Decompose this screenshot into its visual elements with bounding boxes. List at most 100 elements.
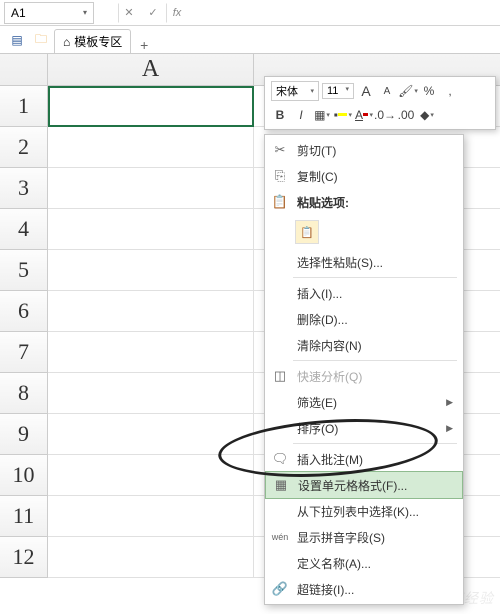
font-size-label: 11: [327, 85, 338, 97]
menu-cut-label: 剪切(T): [297, 142, 453, 159]
menu-paste-special-label: 选择性粘贴(S)...: [297, 254, 453, 271]
folder-icon[interactable]: 🗀: [30, 29, 52, 51]
menu-quick-analysis-label: 快速分析(Q): [297, 368, 453, 385]
row-header[interactable]: 1: [0, 86, 48, 127]
font-size-select[interactable]: 11▾: [322, 83, 354, 99]
menu-paste-special[interactable]: 选择性粘贴(S)...: [265, 249, 463, 275]
menu-comment-label: 插入批注(M): [297, 451, 453, 468]
cell[interactable]: [48, 414, 254, 455]
scissors-icon: ✂: [271, 141, 289, 159]
border-button[interactable]: ▦▾: [313, 106, 331, 124]
decrease-decimal-button[interactable]: .0→: [376, 106, 394, 124]
quick-analysis-icon: ◫: [271, 367, 289, 385]
menu-clear-contents[interactable]: 清除内容(N): [265, 332, 463, 358]
confirm-formula-button[interactable]: ✓: [142, 3, 164, 23]
menu-format-cells-label: 设置单元格格式(F)...: [298, 477, 452, 494]
menu-paste-options-header: 📋 粘贴选项:: [265, 189, 463, 215]
menu-filter-label: 筛选(E): [297, 394, 438, 411]
menu-cut[interactable]: ✂ 剪切(T): [265, 137, 463, 163]
menu-format-cells[interactable]: ▦ 设置单元格格式(F)...: [265, 471, 463, 499]
cell[interactable]: [48, 373, 254, 414]
row-header[interactable]: 6: [0, 291, 48, 332]
percent-button[interactable]: %: [420, 82, 438, 100]
font-name-select[interactable]: 宋体▾: [271, 81, 319, 101]
cell[interactable]: [48, 496, 254, 537]
comma-style-button[interactable]: ,: [441, 82, 459, 100]
cell[interactable]: [48, 168, 254, 209]
fill-color-button[interactable]: 🞍▾: [334, 106, 352, 124]
row-header[interactable]: 3: [0, 168, 48, 209]
menu-copy-label: 复制(C): [297, 168, 453, 185]
formula-bar-row: A1 ▾ ✕ ✓ fx: [0, 0, 500, 26]
menu-hyperlink-label: 超链接(I)...: [297, 581, 453, 598]
format-painter-icon[interactable]: 🖌▾: [399, 82, 417, 100]
more-formats-button[interactable]: ◆▾: [418, 106, 436, 124]
menu-quick-analysis: ◫ 快速分析(Q): [265, 363, 463, 389]
home-icon: ⌂: [63, 35, 70, 49]
cell-A1[interactable]: [48, 86, 254, 127]
mini-toolbar: 宋体▾ 11▾ A A 🖌▾ % , B I ▦▾ 🞍▾ A▾ .0→ .00 …: [264, 76, 496, 130]
separator: [293, 277, 457, 278]
cell[interactable]: [48, 537, 254, 578]
row-header[interactable]: 2: [0, 127, 48, 168]
name-box[interactable]: A1 ▾: [4, 2, 94, 24]
menu-delete-label: 删除(D)...: [297, 311, 453, 328]
menu-insert-label: 插入(I)...: [297, 285, 453, 302]
italic-button[interactable]: I: [292, 106, 310, 124]
cell[interactable]: [48, 455, 254, 496]
submenu-arrow-icon: ▶: [446, 397, 453, 408]
document-icon[interactable]: ▤: [6, 29, 28, 51]
bold-button[interactable]: B: [271, 106, 289, 124]
menu-clear-label: 清除内容(N): [297, 337, 453, 354]
menu-filter[interactable]: 筛选(E) ▶: [265, 389, 463, 415]
select-all-corner[interactable]: [0, 54, 48, 85]
menu-insert-comment[interactable]: 🗨 插入批注(M): [265, 446, 463, 472]
menu-hyperlink[interactable]: 🔗 超链接(I)...: [265, 576, 463, 602]
menu-sort[interactable]: 排序(O) ▶: [265, 415, 463, 441]
cell[interactable]: [48, 332, 254, 373]
paste-option-default[interactable]: 📋: [295, 220, 319, 244]
increase-font-button[interactable]: A: [357, 82, 375, 100]
comment-icon: 🗨: [271, 450, 289, 468]
decrease-font-button[interactable]: A: [378, 82, 396, 100]
row-header[interactable]: 12: [0, 537, 48, 578]
menu-sort-label: 排序(O): [297, 420, 438, 437]
paste-options-row: 📋: [265, 215, 463, 249]
tab-template-zone[interactable]: ⌂ 模板专区: [54, 29, 131, 53]
row-header[interactable]: 9: [0, 414, 48, 455]
cancel-formula-button[interactable]: ✕: [118, 3, 140, 23]
new-tab-button[interactable]: +: [133, 37, 155, 53]
cell[interactable]: [48, 250, 254, 291]
menu-delete[interactable]: 删除(D)...: [265, 306, 463, 332]
format-cells-icon: ▦: [272, 476, 290, 494]
row-header[interactable]: 5: [0, 250, 48, 291]
submenu-arrow-icon: ▶: [446, 423, 453, 434]
menu-insert[interactable]: 插入(I)...: [265, 280, 463, 306]
menu-pick-list-label: 从下拉列表中选择(K)...: [297, 503, 453, 520]
cell[interactable]: [48, 291, 254, 332]
font-color-button[interactable]: A▾: [355, 106, 373, 124]
row-header[interactable]: 7: [0, 332, 48, 373]
paste-options-label: 粘贴选项:: [297, 194, 453, 211]
context-menu: ✂ 剪切(T) ⎘ 复制(C) 📋 粘贴选项: 📋 选择性粘贴(S)... 插入…: [264, 134, 464, 605]
name-box-arrow-icon[interactable]: ▾: [83, 8, 87, 17]
column-header-A[interactable]: A: [48, 54, 254, 85]
menu-copy[interactable]: ⎘ 复制(C): [265, 163, 463, 189]
phonetic-icon: wén: [271, 528, 289, 546]
menu-show-phonetic[interactable]: wén 显示拼音字段(S): [265, 524, 463, 550]
separator: [293, 360, 457, 361]
row-header[interactable]: 11: [0, 496, 48, 537]
increase-decimal-button[interactable]: .00: [397, 106, 415, 124]
row-header[interactable]: 8: [0, 373, 48, 414]
hyperlink-icon: 🔗: [271, 580, 289, 598]
cell[interactable]: [48, 209, 254, 250]
cell[interactable]: [48, 127, 254, 168]
name-box-value: A1: [11, 6, 26, 20]
document-tabs: ▤ 🗀 ⌂ 模板专区 +: [0, 26, 500, 54]
menu-pick-from-list[interactable]: 从下拉列表中选择(K)...: [265, 498, 463, 524]
row-header[interactable]: 4: [0, 209, 48, 250]
row-header[interactable]: 10: [0, 455, 48, 496]
insert-function-button[interactable]: fx: [166, 3, 188, 23]
menu-define-name[interactable]: 定义名称(A)...: [265, 550, 463, 576]
tab-template-label: 模板专区: [74, 33, 122, 50]
